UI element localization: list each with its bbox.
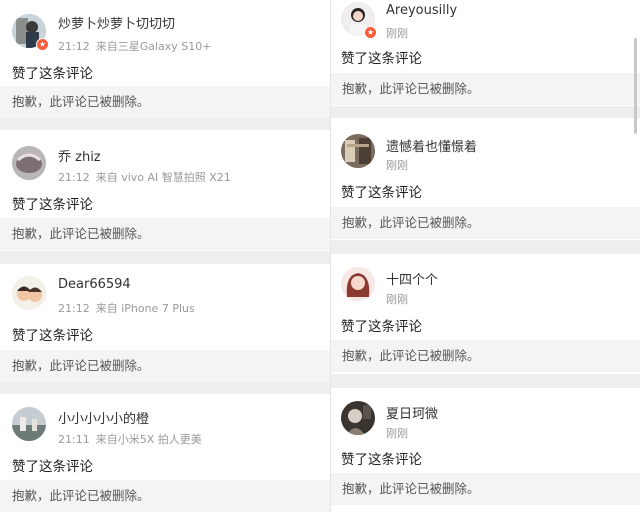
username[interactable]: 乔 zhiz bbox=[58, 146, 101, 165]
quoted-comment[interactable]: 抱歉，此评论已被删除。 bbox=[331, 207, 640, 239]
avatar[interactable] bbox=[341, 134, 375, 168]
verified-badge-icon bbox=[364, 26, 377, 39]
username[interactable]: 遗憾着也懂憬着 bbox=[386, 136, 477, 155]
post-meta: 21:12 来自三星Galaxy S10+ bbox=[58, 38, 211, 54]
post-time: 刚刚 bbox=[386, 159, 408, 172]
username[interactable]: 十四个个 bbox=[386, 269, 438, 288]
post-meta: 21:12 来自 vivo AI 智慧拍照 X21 bbox=[58, 169, 231, 185]
comment-text: 赞了这条评论 bbox=[12, 197, 93, 213]
separator bbox=[331, 374, 640, 388]
quoted-comment[interactable]: 抱歉，此评论已被删除。 bbox=[331, 73, 640, 105]
comment-text: 赞了这条评论 bbox=[12, 328, 93, 344]
post-time: 21:12 bbox=[58, 302, 90, 315]
avatar[interactable] bbox=[12, 276, 46, 310]
comment-text: 赞了这条评论 bbox=[341, 185, 422, 201]
separator bbox=[0, 382, 330, 394]
comment-text: 赞了这条评论 bbox=[12, 459, 93, 475]
list-item[interactable]: 乔 zhiz 21:12 来自 vivo AI 智慧拍照 X21 赞了这条评论 抱… bbox=[0, 130, 330, 251]
post-source: 来自 iPhone 7 Plus bbox=[95, 302, 195, 315]
right-column: Areyousilly 刚刚 赞了这条评论 抱歉，此评论已被删除。 遗憾着也懂憬… bbox=[331, 0, 640, 512]
post-source: 来自三星Galaxy S10+ bbox=[95, 40, 212, 53]
post-time: 21:11 bbox=[58, 433, 90, 446]
post-source: 来自小米5X 拍人更美 bbox=[95, 433, 202, 446]
comment-text: 赞了这条评论 bbox=[341, 51, 422, 67]
list-item[interactable]: 遗憾着也懂憬着 刚刚 赞了这条评论 抱歉，此评论已被删除。 bbox=[331, 118, 640, 240]
username[interactable]: Areyousilly bbox=[386, 3, 457, 18]
comment-text: 赞了这条评论 bbox=[341, 319, 422, 335]
quoted-comment[interactable]: 抱歉，此评论已被删除。 bbox=[331, 340, 640, 372]
separator bbox=[331, 106, 640, 118]
quoted-comment[interactable]: 抱歉，此评论已被删除。 bbox=[0, 480, 330, 512]
avatar[interactable] bbox=[341, 401, 375, 435]
list-item[interactable]: Areyousilly 刚刚 赞了这条评论 抱歉，此评论已被删除。 bbox=[331, 0, 640, 106]
list-item[interactable]: Dear66594 21:12 来自 iPhone 7 Plus 赞了这条评论 抱… bbox=[0, 264, 330, 382]
post-time: 刚刚 bbox=[386, 27, 408, 40]
avatar[interactable] bbox=[12, 407, 46, 441]
avatar[interactable] bbox=[12, 146, 46, 180]
post-time: 21:12 bbox=[58, 171, 90, 184]
comment-text: 赞了这条评论 bbox=[341, 452, 422, 468]
quoted-comment[interactable]: 抱歉，此评论已被删除。 bbox=[0, 218, 330, 250]
post-source: 来自 vivo AI 智慧拍照 X21 bbox=[95, 171, 231, 184]
username[interactable]: 小小小小小的橙 bbox=[58, 408, 149, 427]
list-item[interactable]: 小小小小小的橙 21:11 来自小米5X 拍人更美 赞了这条评论 抱歉，此评论已被… bbox=[0, 394, 330, 512]
left-column: 炒萝卜炒萝卜切切切 21:12 来自三星Galaxy S10+ 赞了这条评论 抱歉… bbox=[0, 0, 330, 512]
separator bbox=[0, 251, 330, 264]
quoted-comment[interactable]: 抱歉，此评论已被删除。 bbox=[0, 350, 330, 382]
scrollbar[interactable] bbox=[634, 38, 637, 134]
list-item[interactable]: 夏日珂微 刚刚 赞了这条评论 抱歉，此评论已被删除。 bbox=[331, 388, 640, 512]
list-item[interactable]: 十四个个 刚刚 赞了这条评论 抱歉，此评论已被删除。 bbox=[331, 254, 640, 374]
verified-badge-icon bbox=[36, 38, 49, 51]
post-meta: 21:12 来自 iPhone 7 Plus bbox=[58, 300, 195, 316]
separator bbox=[0, 118, 330, 130]
username[interactable]: 夏日珂微 bbox=[386, 403, 438, 422]
avatar[interactable] bbox=[341, 267, 375, 301]
quoted-comment[interactable]: 抱歉，此评论已被删除。 bbox=[331, 473, 640, 505]
username[interactable]: 炒萝卜炒萝卜切切切 bbox=[58, 13, 175, 32]
quoted-comment[interactable]: 抱歉，此评论已被删除。 bbox=[0, 86, 330, 118]
list-item[interactable]: 炒萝卜炒萝卜切切切 21:12 来自三星Galaxy S10+ 赞了这条评论 抱歉… bbox=[0, 0, 330, 118]
post-time: 21:12 bbox=[58, 40, 90, 53]
separator bbox=[331, 240, 640, 254]
post-meta: 21:11 来自小米5X 拍人更美 bbox=[58, 431, 202, 447]
post-time: 刚刚 bbox=[386, 427, 408, 440]
comment-text: 赞了这条评论 bbox=[12, 66, 93, 82]
username[interactable]: Dear66594 bbox=[58, 277, 131, 292]
post-time: 刚刚 bbox=[386, 293, 408, 306]
